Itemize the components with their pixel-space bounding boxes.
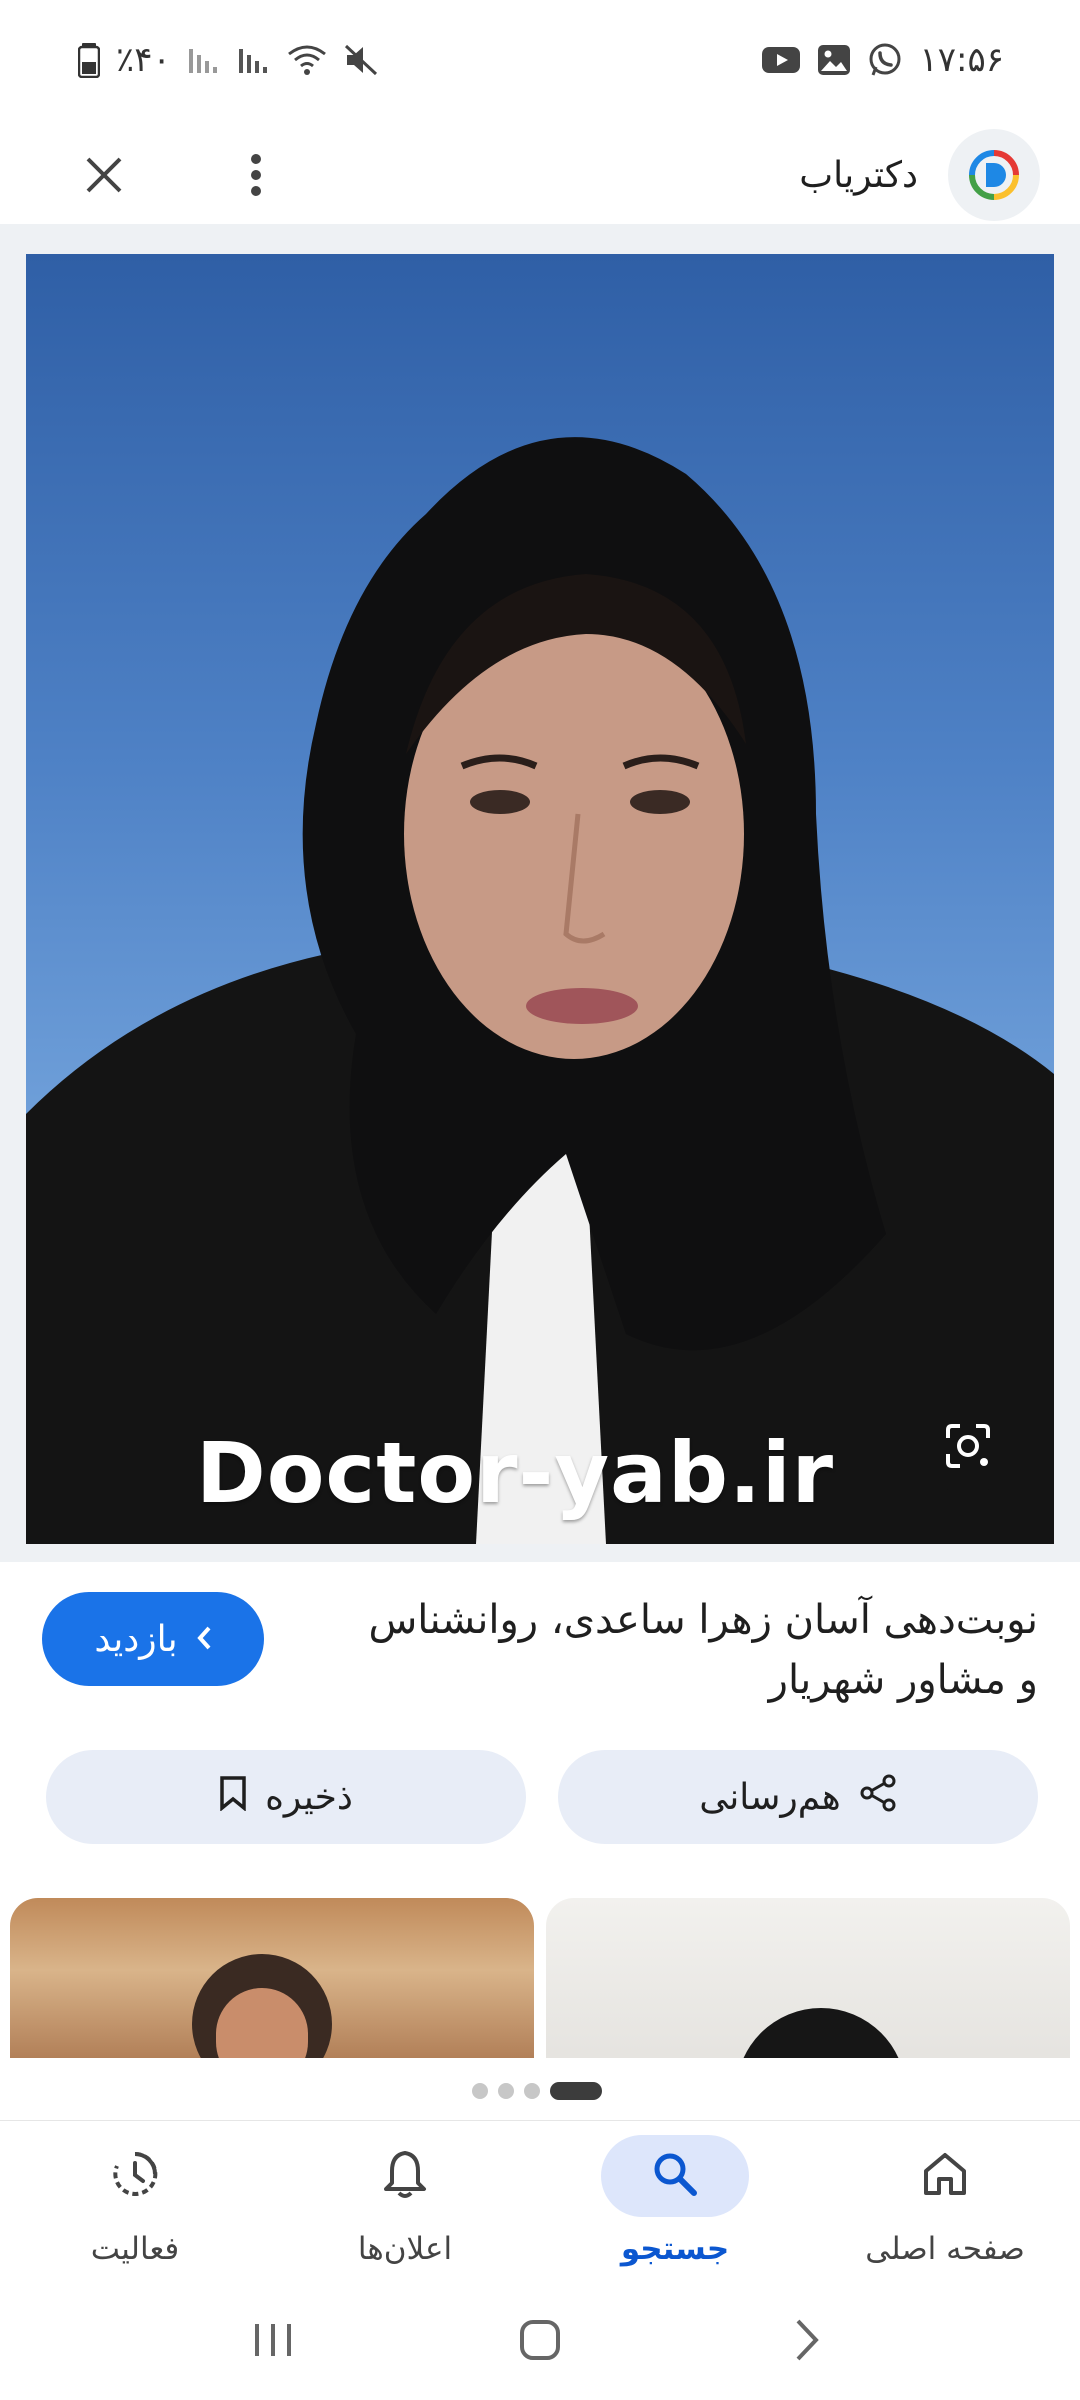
more-vert-icon[interactable] xyxy=(220,139,292,211)
save-button[interactable]: ذخیره xyxy=(46,1750,526,1844)
signal-icon xyxy=(187,45,221,75)
gallery-icon xyxy=(817,44,851,76)
share-button[interactable]: هم‌رسانی xyxy=(558,1750,1038,1844)
battery-percent: ٪۴۰ xyxy=(116,40,171,80)
recents-icon[interactable] xyxy=(233,2300,313,2380)
nav-home-label: صفحه اصلی xyxy=(865,2231,1025,2267)
search-icon xyxy=(651,2150,699,2202)
related-image-thumbnail[interactable] xyxy=(10,1898,534,2058)
google-lens-icon[interactable] xyxy=(920,1398,1016,1494)
nav-search[interactable]: جستجو xyxy=(540,2121,810,2281)
nav-search-pill xyxy=(601,2135,749,2217)
related-image-thumbnail[interactable] xyxy=(546,1898,1070,2058)
home-icon xyxy=(920,2149,970,2203)
image-watermark: Doctor-yab.ir xyxy=(196,1424,835,1522)
chevron-left-icon xyxy=(196,1619,212,1660)
nav-activity-pill xyxy=(61,2135,209,2217)
page: ٪۴۰ ۱۷:۵۶ xyxy=(0,0,1080,2400)
site-name: دکتریاب xyxy=(799,154,918,196)
back-icon[interactable] xyxy=(767,2300,847,2380)
nav-notifications[interactable]: اعلان‌ها xyxy=(270,2121,540,2281)
visit-button-label: بازدید xyxy=(94,1618,178,1660)
status-bar: ٪۴۰ ۱۷:۵۶ xyxy=(0,0,1080,120)
site-info[interactable]: دکتریاب xyxy=(799,129,1040,221)
bookmark-icon xyxy=(219,1775,247,1820)
doctoryab-logo-icon xyxy=(948,129,1040,221)
save-button-label: ذخیره xyxy=(265,1776,353,1818)
thumbnail-portrait xyxy=(736,2008,906,2058)
share-button-label: هم‌رسانی xyxy=(699,1776,841,1818)
system-navigation xyxy=(0,2280,1080,2400)
close-icon[interactable] xyxy=(68,139,140,211)
status-left: ٪۴۰ xyxy=(78,40,379,80)
bottom-navigation: صفحه اصلی جستجو اعلان‌ها xyxy=(0,2120,1080,2280)
nav-activity[interactable]: فعالیت xyxy=(0,2121,270,2281)
nav-activity-label: فعالیت xyxy=(90,2231,180,2267)
nav-home[interactable]: صفحه اصلی xyxy=(810,2121,1080,2281)
portrait-illustration xyxy=(26,437,1054,1544)
youtube-icon xyxy=(761,45,801,75)
visit-button[interactable]: بازدید xyxy=(42,1592,264,1686)
related-images xyxy=(10,1898,1070,2058)
bell-icon xyxy=(382,2149,428,2203)
nav-search-label: جستجو xyxy=(620,2231,730,2267)
activity-icon xyxy=(110,2149,160,2203)
pager-dot xyxy=(524,2083,540,2099)
wifi-icon xyxy=(287,44,327,76)
status-time: ۱۷:۵۶ xyxy=(919,40,1004,80)
share-icon xyxy=(859,1774,897,1821)
whatsapp-icon xyxy=(867,42,903,78)
image-viewer[interactable]: Doctor-yab.ir xyxy=(0,224,1080,1562)
pager-dot xyxy=(498,2083,514,2099)
result-image[interactable]: Doctor-yab.ir xyxy=(26,254,1054,1544)
home-button-icon[interactable] xyxy=(500,2300,580,2380)
pager-dot xyxy=(472,2083,488,2099)
status-right: ۱۷:۵۶ xyxy=(761,40,1004,80)
battery-icon xyxy=(78,42,100,78)
signal-icon xyxy=(237,45,271,75)
image-pager xyxy=(472,2080,602,2102)
nav-notifications-pill xyxy=(331,2135,479,2217)
nav-home-pill xyxy=(871,2135,1019,2217)
mute-icon xyxy=(343,43,379,77)
header-actions xyxy=(40,139,292,211)
result-title[interactable]: نوبت‌دهی آسان زهرا ساعدی، روانشناس و مشا… xyxy=(338,1590,1038,1710)
app-header: دکتریاب xyxy=(0,120,1080,230)
nav-notifications-label: اعلان‌ها xyxy=(357,2231,453,2267)
pager-dot-active xyxy=(550,2082,602,2100)
result-actions: ذخیره هم‌رسانی xyxy=(46,1750,1038,1844)
